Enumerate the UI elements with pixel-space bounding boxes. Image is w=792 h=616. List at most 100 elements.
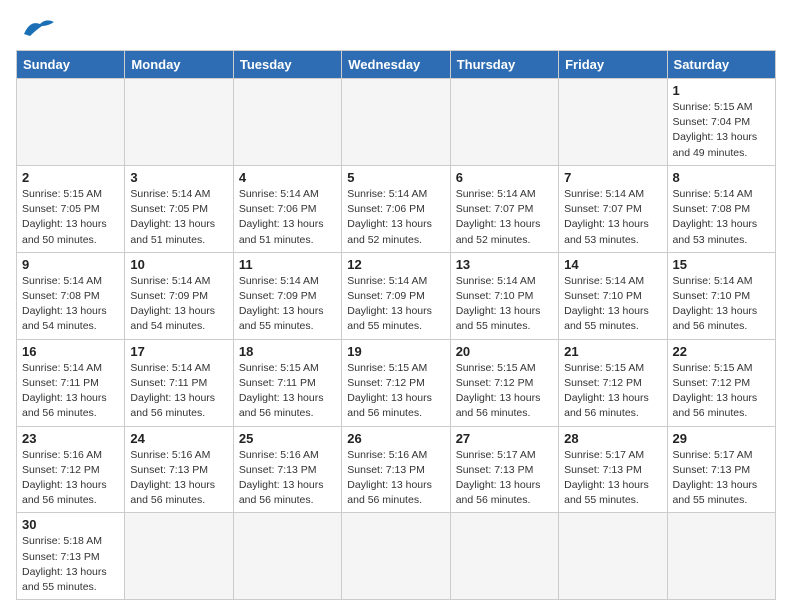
day-number: 11 [239,257,336,272]
day-info: Sunrise: 5:15 AM Sunset: 7:04 PM Dayligh… [673,100,770,161]
day-number: 20 [456,344,553,359]
calendar-cell: 15Sunrise: 5:14 AM Sunset: 7:10 PM Dayli… [667,252,775,339]
calendar-cell: 27 Sunrise: 5:17 AM Sunset: 7:13 PM Dayli… [450,426,558,513]
calendar-cell: 4 Sunrise: 5:14 AM Sunset: 7:06 PM Daylig… [233,165,341,252]
calendar-cell [233,513,341,600]
day-number: 23 [22,431,119,446]
calendar-week-row: 16 Sunrise: 5:14 AM Sunset: 7:11 PM Dayli… [17,339,776,426]
day-number: 19 [347,344,444,359]
day-number: 21 [564,344,661,359]
day-number: 18 [239,344,336,359]
day-info: Sunrise: 5:14 AM Sunset: 7:11 PM Dayligh… [22,361,119,422]
calendar-cell: 25Sunrise: 5:16 AM Sunset: 7:13 PM Dayli… [233,426,341,513]
day-header-thursday: Thursday [450,51,558,79]
day-header-tuesday: Tuesday [233,51,341,79]
calendar-cell: 3 Sunrise: 5:14 AM Sunset: 7:05 PM Daylig… [125,165,233,252]
calendar-cell: 30 Sunrise: 5:18 AM Sunset: 7:13 PM Dayli… [17,513,125,600]
day-info: Sunrise: 5:15 AM Sunset: 7:12 PM Dayligh… [673,361,770,422]
day-info: Sunrise: 5:15 AM Sunset: 7:12 PM Dayligh… [347,361,444,422]
day-header-wednesday: Wednesday [342,51,450,79]
day-info: Sunrise: 5:17 AM Sunset: 7:13 PM Dayligh… [564,448,661,509]
calendar-cell: 7 Sunrise: 5:14 AM Sunset: 7:07 PM Daylig… [559,165,667,252]
day-info: Sunrise: 5:14 AM Sunset: 7:08 PM Dayligh… [22,274,119,335]
calendar-cell: 14Sunrise: 5:14 AM Sunset: 7:10 PM Dayli… [559,252,667,339]
day-number: 14 [564,257,661,272]
day-number: 27 [456,431,553,446]
calendar-header-row: SundayMondayTuesdayWednesdayThursdayFrid… [17,51,776,79]
calendar-cell: 28 Sunrise: 5:17 AM Sunset: 7:13 PM Dayli… [559,426,667,513]
day-info: Sunrise: 5:16 AM Sunset: 7:13 PM Dayligh… [130,448,227,509]
calendar-cell [342,79,450,166]
day-number: 6 [456,170,553,185]
calendar-week-row: 1 Sunrise: 5:15 AM Sunset: 7:04 PM Daylig… [17,79,776,166]
day-number: 1 [673,83,770,98]
day-info: Sunrise: 5:14 AM Sunset: 7:07 PM Dayligh… [456,187,553,248]
calendar-cell: 6 Sunrise: 5:14 AM Sunset: 7:07 PM Daylig… [450,165,558,252]
day-header-saturday: Saturday [667,51,775,79]
day-number: 7 [564,170,661,185]
day-info: Sunrise: 5:16 AM Sunset: 7:13 PM Dayligh… [239,448,336,509]
calendar-cell: 29Sunrise: 5:17 AM Sunset: 7:13 PM Dayli… [667,426,775,513]
day-number: 28 [564,431,661,446]
day-number: 5 [347,170,444,185]
day-info: Sunrise: 5:16 AM Sunset: 7:12 PM Dayligh… [22,448,119,509]
day-info: Sunrise: 5:14 AM Sunset: 7:06 PM Dayligh… [239,187,336,248]
calendar-cell: 2Sunrise: 5:15 AM Sunset: 7:05 PM Daylig… [17,165,125,252]
calendar-cell: 1 Sunrise: 5:15 AM Sunset: 7:04 PM Daylig… [667,79,775,166]
calendar-week-row: 9 Sunrise: 5:14 AM Sunset: 7:08 PM Daylig… [17,252,776,339]
calendar-cell: 17 Sunrise: 5:14 AM Sunset: 7:11 PM Dayli… [125,339,233,426]
calendar-cell [125,513,233,600]
calendar-cell: 18Sunrise: 5:15 AM Sunset: 7:11 PM Dayli… [233,339,341,426]
day-info: Sunrise: 5:14 AM Sunset: 7:10 PM Dayligh… [456,274,553,335]
calendar-cell [450,79,558,166]
day-info: Sunrise: 5:14 AM Sunset: 7:09 PM Dayligh… [239,274,336,335]
day-number: 2 [22,170,119,185]
calendar-cell: 16 Sunrise: 5:14 AM Sunset: 7:11 PM Dayli… [17,339,125,426]
day-info: Sunrise: 5:14 AM Sunset: 7:08 PM Dayligh… [673,187,770,248]
calendar-cell [450,513,558,600]
calendar-body: 1 Sunrise: 5:15 AM Sunset: 7:04 PM Daylig… [17,79,776,600]
day-info: Sunrise: 5:18 AM Sunset: 7:13 PM Dayligh… [22,534,119,595]
calendar-cell: 22 Sunrise: 5:15 AM Sunset: 7:12 PM Dayli… [667,339,775,426]
day-info: Sunrise: 5:15 AM Sunset: 7:12 PM Dayligh… [456,361,553,422]
calendar-week-row: 30 Sunrise: 5:18 AM Sunset: 7:13 PM Dayli… [17,513,776,600]
calendar-cell: 24 Sunrise: 5:16 AM Sunset: 7:13 PM Dayli… [125,426,233,513]
day-info: Sunrise: 5:15 AM Sunset: 7:12 PM Dayligh… [564,361,661,422]
day-info: Sunrise: 5:14 AM Sunset: 7:09 PM Dayligh… [130,274,227,335]
day-info: Sunrise: 5:17 AM Sunset: 7:13 PM Dayligh… [456,448,553,509]
calendar-cell: 9 Sunrise: 5:14 AM Sunset: 7:08 PM Daylig… [17,252,125,339]
day-number: 12 [347,257,444,272]
day-info: Sunrise: 5:16 AM Sunset: 7:13 PM Dayligh… [347,448,444,509]
calendar-cell: 8 Sunrise: 5:14 AM Sunset: 7:08 PM Daylig… [667,165,775,252]
day-info: Sunrise: 5:14 AM Sunset: 7:05 PM Dayligh… [130,187,227,248]
calendar-cell: 12 Sunrise: 5:14 AM Sunset: 7:09 PM Dayli… [342,252,450,339]
calendar-cell: 10 Sunrise: 5:14 AM Sunset: 7:09 PM Dayli… [125,252,233,339]
day-number: 17 [130,344,227,359]
day-number: 8 [673,170,770,185]
day-number: 4 [239,170,336,185]
calendar-cell: 26 Sunrise: 5:16 AM Sunset: 7:13 PM Dayli… [342,426,450,513]
logo [16,16,56,38]
day-number: 13 [456,257,553,272]
day-number: 3 [130,170,227,185]
calendar-cell: 19 Sunrise: 5:15 AM Sunset: 7:12 PM Dayli… [342,339,450,426]
day-number: 15 [673,257,770,272]
day-number: 24 [130,431,227,446]
day-number: 29 [673,431,770,446]
calendar-cell: 20 Sunrise: 5:15 AM Sunset: 7:12 PM Dayli… [450,339,558,426]
day-number: 26 [347,431,444,446]
day-info: Sunrise: 5:14 AM Sunset: 7:06 PM Dayligh… [347,187,444,248]
day-number: 30 [22,517,119,532]
calendar-cell: 13 Sunrise: 5:14 AM Sunset: 7:10 PM Dayli… [450,252,558,339]
day-number: 22 [673,344,770,359]
calendar-cell [559,513,667,600]
day-number: 9 [22,257,119,272]
day-info: Sunrise: 5:14 AM Sunset: 7:09 PM Dayligh… [347,274,444,335]
calendar-cell [559,79,667,166]
day-number: 10 [130,257,227,272]
day-number: 16 [22,344,119,359]
day-info: Sunrise: 5:14 AM Sunset: 7:11 PM Dayligh… [130,361,227,422]
header [16,16,776,38]
calendar-cell: 11 Sunrise: 5:14 AM Sunset: 7:09 PM Dayli… [233,252,341,339]
day-info: Sunrise: 5:14 AM Sunset: 7:07 PM Dayligh… [564,187,661,248]
